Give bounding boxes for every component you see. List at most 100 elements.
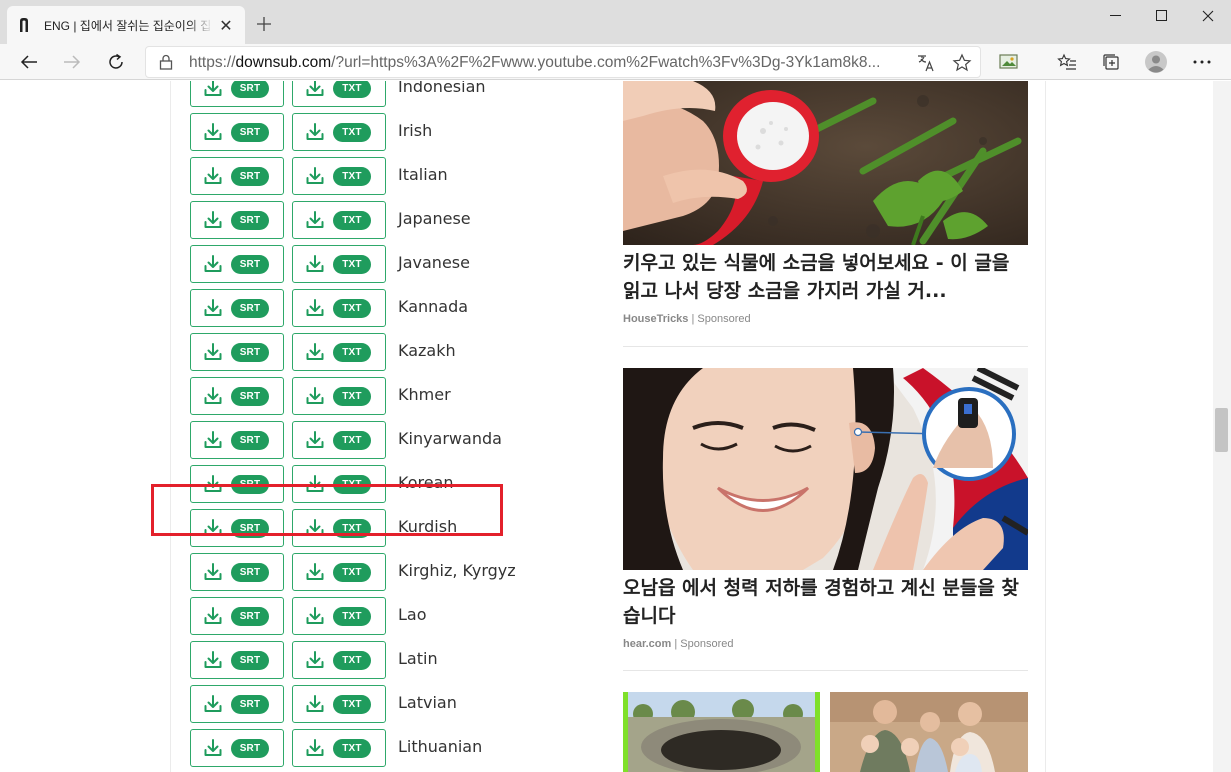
collections-icon[interactable] — [1095, 46, 1127, 78]
more-menu-icon[interactable] — [1186, 46, 1218, 78]
srt-badge: SRT — [231, 254, 269, 274]
download-icon — [203, 298, 223, 318]
download-srt-button[interactable]: SRT — [190, 553, 284, 591]
download-srt-button[interactable]: SRT — [190, 157, 284, 195]
close-window-icon[interactable] — [1185, 0, 1231, 32]
download-txt-button[interactable]: TXT — [292, 641, 386, 679]
ad-title[interactable]: 오남읍 에서 청력 저하를 경험하고 계신 분들을 찾습니다 — [623, 574, 1028, 630]
txt-badge: TXT — [333, 562, 371, 582]
download-icon — [203, 606, 223, 626]
download-txt-button[interactable]: TXT — [292, 245, 386, 283]
download-srt-button[interactable]: SRT — [190, 597, 284, 635]
refresh-icon[interactable] — [100, 46, 132, 78]
profile-avatar-icon[interactable] — [1140, 46, 1172, 78]
download-icon — [305, 386, 325, 406]
txt-badge: TXT — [333, 430, 371, 450]
download-txt-button[interactable]: TXT — [292, 377, 386, 415]
download-icon — [305, 81, 325, 98]
txt-badge: TXT — [333, 210, 371, 230]
download-icon — [203, 386, 223, 406]
language-label: Italian — [398, 165, 448, 184]
download-icon — [203, 122, 223, 142]
download-txt-button[interactable]: TXT — [292, 289, 386, 327]
download-srt-button[interactable]: SRT — [190, 333, 284, 371]
web-page: SRT TXT Indonesian SRT TXT Irish SRT TXT Italian… — [0, 81, 1231, 772]
minimize-icon[interactable] — [1093, 0, 1139, 32]
download-icon — [203, 694, 223, 714]
download-txt-button[interactable]: TXT — [292, 157, 386, 195]
download-srt-button[interactable]: SRT — [190, 729, 284, 767]
download-icon — [203, 562, 223, 582]
new-tab-icon[interactable] — [252, 12, 276, 36]
download-icon — [305, 738, 325, 758]
content-border — [1045, 81, 1046, 772]
download-srt-button[interactable]: SRT — [190, 201, 284, 239]
download-srt-button[interactable]: SRT — [190, 421, 284, 459]
site-favicon-icon — [17, 17, 31, 33]
download-srt-button[interactable]: SRT — [190, 685, 284, 723]
download-txt-button[interactable]: TXT — [292, 729, 386, 767]
download-txt-button[interactable]: TXT — [292, 81, 386, 107]
download-srt-button[interactable]: SRT — [190, 245, 284, 283]
txt-badge: TXT — [333, 298, 371, 318]
content-border — [170, 81, 171, 772]
download-icon — [203, 342, 223, 362]
browser-tab[interactable]: ENG | 집에서 잘쉬는 집순이의 집 ✕ — [7, 6, 245, 44]
favorites-list-icon[interactable] — [1051, 46, 1083, 78]
ad-source[interactable]: HouseTricks | Sponsored — [623, 313, 751, 325]
maximize-icon[interactable] — [1139, 0, 1185, 32]
language-label: Khmer — [398, 385, 451, 404]
download-srt-button[interactable]: SRT — [190, 113, 284, 151]
subtitle-row: SRT TXT Kinyarwanda — [190, 421, 590, 459]
download-txt-button[interactable]: TXT — [292, 597, 386, 635]
language-label: Kirghiz, Kyrgyz — [398, 561, 516, 580]
ad-title[interactable]: 키우고 있는 식물에 소금을 넣어보세요 - 이 글을 읽고 나서 당장 소금을… — [623, 249, 1028, 305]
download-txt-button[interactable]: TXT — [292, 685, 386, 723]
ad-image-family[interactable] — [830, 692, 1028, 772]
srt-badge: SRT — [231, 210, 269, 230]
txt-badge: TXT — [333, 342, 371, 362]
subtitle-row: SRT TXT Irish — [190, 113, 590, 151]
download-txt-button[interactable]: TXT — [292, 333, 386, 371]
translate-icon[interactable] — [916, 53, 936, 77]
download-txt-button[interactable]: TXT — [292, 421, 386, 459]
ad-image-stone-well[interactable] — [623, 692, 820, 772]
language-label: Lithuanian — [398, 737, 483, 756]
address-bar[interactable]: https://downsub.com/?url=https%3A%2F%2Fw… — [145, 46, 981, 78]
download-txt-button[interactable]: TXT — [292, 113, 386, 151]
srt-badge: SRT — [231, 386, 269, 406]
scrollbar-thumb[interactable] — [1215, 408, 1228, 452]
language-label: Irish — [398, 121, 433, 140]
download-srt-button[interactable]: SRT — [190, 377, 284, 415]
language-label: Latvian — [398, 693, 457, 712]
download-srt-button[interactable]: SRT — [190, 641, 284, 679]
txt-badge: TXT — [333, 254, 371, 274]
download-srt-button[interactable]: SRT — [190, 289, 284, 327]
srt-badge: SRT — [231, 122, 269, 142]
txt-badge: TXT — [333, 738, 371, 758]
subtitle-row: SRT TXT Javanese — [190, 245, 590, 283]
language-label: Indonesian — [398, 81, 486, 96]
download-txt-button[interactable]: TXT — [292, 201, 386, 239]
favorite-star-icon[interactable] — [952, 53, 972, 77]
subtitle-row: SRT TXT Kannada — [190, 289, 590, 327]
subtitle-row: SRT TXT Lao — [190, 597, 590, 635]
subtitle-row: SRT TXT Japanese — [190, 201, 590, 239]
language-label: Kazakh — [398, 341, 456, 360]
subtitle-row: SRT TXT Kirghiz, Kyrgyz — [190, 553, 590, 591]
back-icon[interactable] — [13, 46, 45, 78]
language-label: Latin — [398, 649, 438, 668]
ad-image-hearing-aid[interactable] — [623, 368, 1028, 570]
language-label: Japanese — [398, 209, 471, 228]
download-icon — [203, 81, 223, 98]
download-srt-button[interactable]: SRT — [190, 81, 284, 107]
ad-image-salt-plant[interactable] — [623, 81, 1028, 245]
close-tab-icon[interactable]: ✕ — [217, 16, 235, 35]
extension-image-icon[interactable] — [993, 46, 1025, 78]
download-txt-button[interactable]: TXT — [292, 553, 386, 591]
download-icon — [305, 298, 325, 318]
ad-source[interactable]: hear.com | Sponsored — [623, 638, 734, 650]
txt-badge: TXT — [333, 386, 371, 406]
download-icon — [305, 694, 325, 714]
forward-icon[interactable] — [56, 46, 88, 78]
